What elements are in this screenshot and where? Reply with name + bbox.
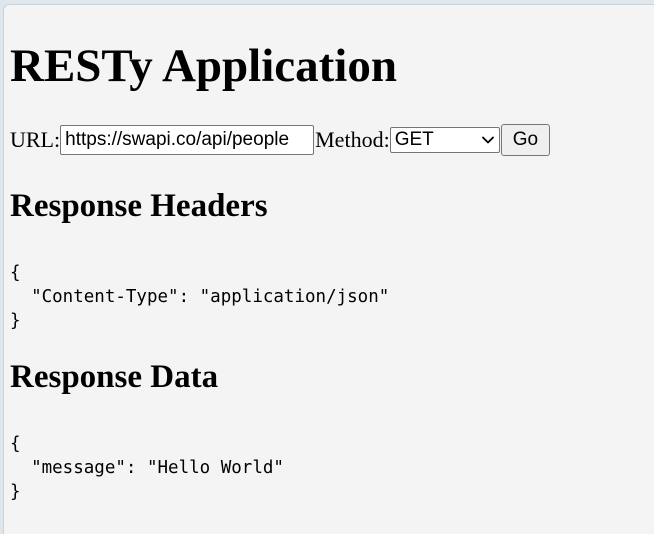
response-data-title: Response Data <box>10 359 219 395</box>
json-line: "Content-Type": "application/json" <box>10 287 390 307</box>
chevron-down-icon <box>481 136 494 144</box>
json-line: { <box>10 434 21 454</box>
url-input[interactable] <box>60 125 315 155</box>
request-form: URL: Method: GET Go <box>10 124 551 156</box>
response-data-body: { "message": "Hello World" } <box>10 432 284 504</box>
json-line: "message": "Hello World" <box>10 458 284 478</box>
response-headers-title: Response Headers <box>10 188 268 224</box>
url-label: URL: <box>10 127 61 152</box>
json-line: } <box>10 482 21 502</box>
json-line: { <box>10 263 21 283</box>
browser-viewport: RESTy Application URL: Method: GET Go Re… <box>3 4 654 534</box>
method-selected-value: GET <box>394 129 434 150</box>
json-line: } <box>10 311 21 331</box>
page-title: RESTy Application <box>10 40 397 92</box>
method-label: Method: <box>315 127 390 152</box>
method-select[interactable]: GET <box>389 127 500 153</box>
response-headers-body: { "Content-Type": "application/json" } <box>10 261 389 333</box>
go-button[interactable]: Go <box>500 124 551 156</box>
